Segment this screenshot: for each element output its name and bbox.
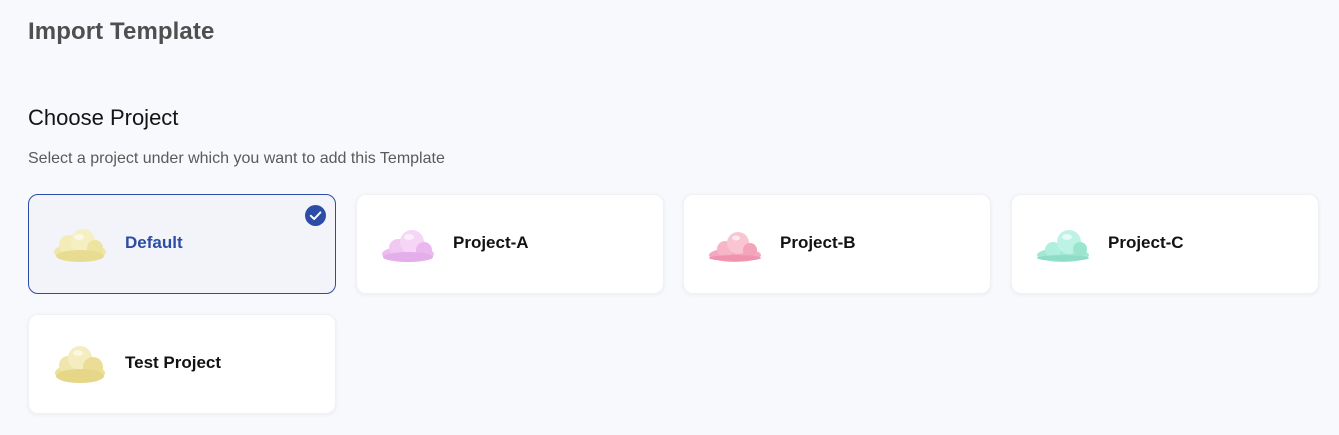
project-label: Project-C bbox=[1108, 233, 1184, 252]
page-title: Import Template bbox=[28, 18, 215, 45]
cloud-icon bbox=[709, 232, 761, 262]
project-label: Project-A bbox=[453, 233, 529, 252]
section-title: Choose Project bbox=[28, 105, 179, 130]
cloud-icon bbox=[54, 229, 106, 262]
cloud-icon bbox=[55, 346, 105, 383]
checkmark-icon bbox=[305, 205, 326, 226]
cloud-icon bbox=[382, 230, 434, 262]
project-card-test-project[interactable]: Test Project bbox=[28, 314, 336, 414]
section-subtitle: Select a project under which you want to… bbox=[28, 150, 445, 167]
cloud-icon bbox=[1037, 230, 1089, 262]
project-card-project-c[interactable]: Project-C bbox=[1011, 194, 1319, 294]
project-label: Test Project bbox=[125, 353, 222, 372]
project-label: Project-B bbox=[780, 233, 856, 252]
project-label: Default bbox=[125, 233, 183, 252]
project-card-project-a[interactable]: Project-A bbox=[356, 194, 664, 294]
project-card-project-b[interactable]: Project-B bbox=[683, 194, 991, 294]
project-card-default[interactable]: Default bbox=[28, 194, 336, 294]
